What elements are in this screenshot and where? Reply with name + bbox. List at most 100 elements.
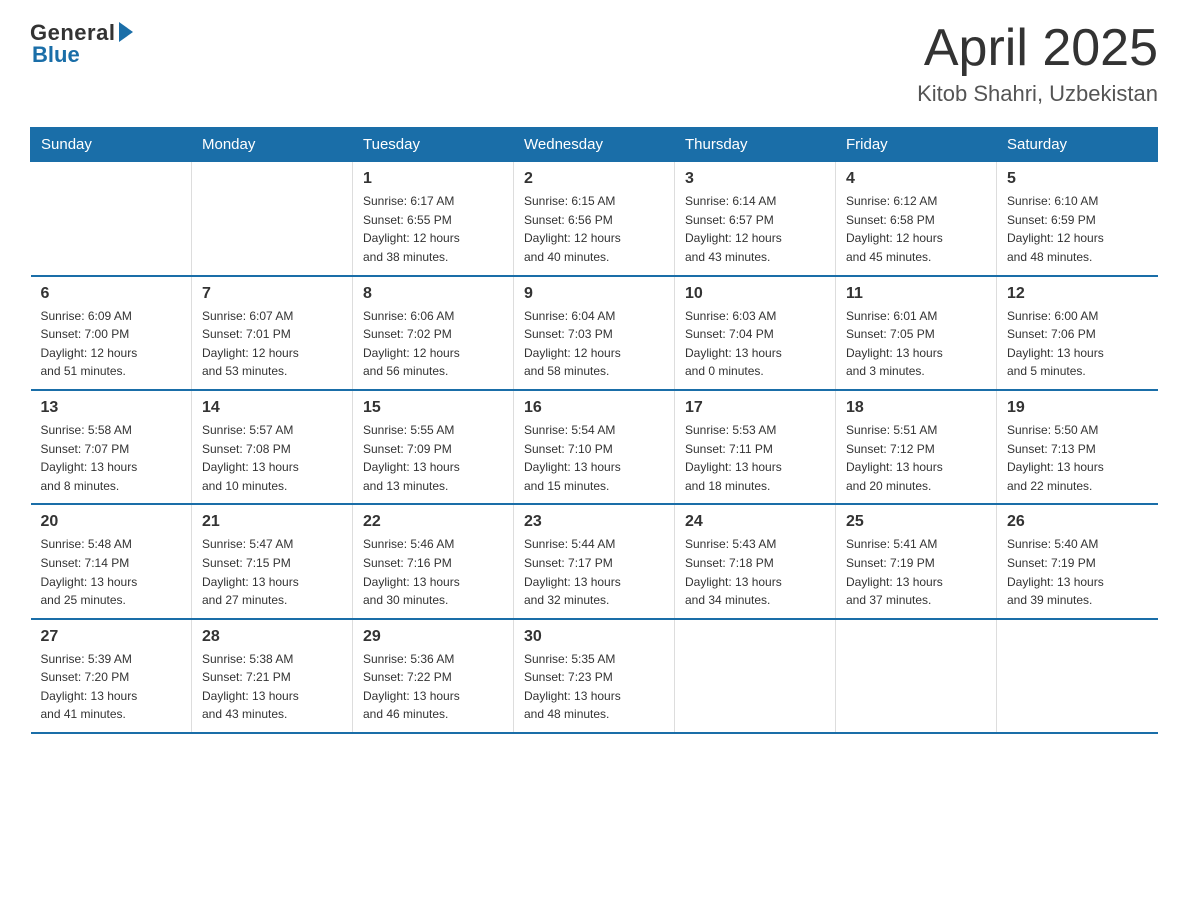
day-info: Sunrise: 6:17 AM Sunset: 6:55 PM Dayligh…	[363, 192, 503, 266]
day-number: 10	[685, 285, 825, 303]
calendar-cell: 7 Sunrise: 6:07 AM Sunset: 7:01 PM Daylig…	[192, 276, 353, 390]
calendar-cell	[31, 162, 192, 276]
day-info: Sunrise: 6:09 AM Sunset: 7:00 PM Dayligh…	[41, 307, 182, 381]
calendar-cell: 4Sunrise: 6:12 AM Sunset: 6:58 PM Daylig…	[836, 162, 997, 276]
calendar-cell: 25 Sunrise: 5:41 AM Sunset: 7:19 PM Dayli…	[836, 504, 997, 618]
calendar-cell	[675, 619, 836, 733]
day-info: Sunrise: 5:46 AM Sunset: 7:16 PM Dayligh…	[363, 535, 503, 609]
calendar-cell: 9 Sunrise: 6:04 AM Sunset: 7:03 PM Daylig…	[514, 276, 675, 390]
day-info: Sunrise: 6:01 AM Sunset: 7:05 PM Dayligh…	[846, 307, 986, 381]
calendar-week-row: 27 Sunrise: 5:39 AM Sunset: 7:20 PM Dayli…	[31, 619, 1158, 733]
day-info: Sunrise: 5:40 AM Sunset: 7:19 PM Dayligh…	[1007, 535, 1148, 609]
day-number: 28	[202, 628, 342, 646]
day-number: 7	[202, 285, 342, 303]
calendar-cell: 26 Sunrise: 5:40 AM Sunset: 7:19 PM Dayli…	[997, 504, 1158, 618]
day-number: 19	[1007, 399, 1148, 417]
day-number: 14	[202, 399, 342, 417]
calendar-cell: 11 Sunrise: 6:01 AM Sunset: 7:05 PM Dayli…	[836, 276, 997, 390]
day-info: Sunrise: 5:41 AM Sunset: 7:19 PM Dayligh…	[846, 535, 986, 609]
day-number: 1	[363, 170, 503, 188]
day-number: 26	[1007, 513, 1148, 531]
day-number: 30	[524, 628, 664, 646]
header-day-tuesday: Tuesday	[353, 128, 514, 162]
day-info: Sunrise: 5:39 AM Sunset: 7:20 PM Dayligh…	[41, 650, 182, 724]
calendar-cell: 12 Sunrise: 6:00 AM Sunset: 7:06 PM Dayli…	[997, 276, 1158, 390]
day-number: 5	[1007, 170, 1148, 188]
day-info: Sunrise: 6:10 AM Sunset: 6:59 PM Dayligh…	[1007, 192, 1148, 266]
day-info: Sunrise: 5:54 AM Sunset: 7:10 PM Dayligh…	[524, 421, 664, 495]
calendar-cell: 20Sunrise: 5:48 AM Sunset: 7:14 PM Dayli…	[31, 504, 192, 618]
calendar-week-row: 20Sunrise: 5:48 AM Sunset: 7:14 PM Dayli…	[31, 504, 1158, 618]
day-info: Sunrise: 6:07 AM Sunset: 7:01 PM Dayligh…	[202, 307, 342, 381]
calendar-week-row: 6 Sunrise: 6:09 AM Sunset: 7:00 PM Daylig…	[31, 276, 1158, 390]
day-info: Sunrise: 6:04 AM Sunset: 7:03 PM Dayligh…	[524, 307, 664, 381]
calendar-cell: 14Sunrise: 5:57 AM Sunset: 7:08 PM Dayli…	[192, 390, 353, 504]
calendar-cell: 3Sunrise: 6:14 AM Sunset: 6:57 PM Daylig…	[675, 162, 836, 276]
calendar-cell: 24 Sunrise: 5:43 AM Sunset: 7:18 PM Dayli…	[675, 504, 836, 618]
header-day-saturday: Saturday	[997, 128, 1158, 162]
calendar-cell	[192, 162, 353, 276]
calendar-cell: 15 Sunrise: 5:55 AM Sunset: 7:09 PM Dayli…	[353, 390, 514, 504]
day-info: Sunrise: 6:03 AM Sunset: 7:04 PM Dayligh…	[685, 307, 825, 381]
calendar-cell: 27 Sunrise: 5:39 AM Sunset: 7:20 PM Dayli…	[31, 619, 192, 733]
calendar-cell: 18 Sunrise: 5:51 AM Sunset: 7:12 PM Dayli…	[836, 390, 997, 504]
day-number: 15	[363, 399, 503, 417]
header-day-wednesday: Wednesday	[514, 128, 675, 162]
day-number: 9	[524, 285, 664, 303]
calendar-week-row: 13 Sunrise: 5:58 AM Sunset: 7:07 PM Dayli…	[31, 390, 1158, 504]
day-info: Sunrise: 5:53 AM Sunset: 7:11 PM Dayligh…	[685, 421, 825, 495]
calendar-header-row: SundayMondayTuesdayWednesdayThursdayFrid…	[31, 128, 1158, 162]
day-info: Sunrise: 5:38 AM Sunset: 7:21 PM Dayligh…	[202, 650, 342, 724]
calendar-cell: 10 Sunrise: 6:03 AM Sunset: 7:04 PM Dayli…	[675, 276, 836, 390]
calendar-cell	[836, 619, 997, 733]
day-number: 11	[846, 285, 986, 303]
day-number: 23	[524, 513, 664, 531]
calendar-cell: 28 Sunrise: 5:38 AM Sunset: 7:21 PM Dayli…	[192, 619, 353, 733]
day-number: 3	[685, 170, 825, 188]
day-info: Sunrise: 5:58 AM Sunset: 7:07 PM Dayligh…	[41, 421, 182, 495]
header-day-friday: Friday	[836, 128, 997, 162]
calendar-cell: 17Sunrise: 5:53 AM Sunset: 7:11 PM Dayli…	[675, 390, 836, 504]
logo-arrow-icon	[119, 22, 133, 42]
calendar-cell: 16 Sunrise: 5:54 AM Sunset: 7:10 PM Dayli…	[514, 390, 675, 504]
header-day-sunday: Sunday	[31, 128, 192, 162]
day-number: 21	[202, 513, 342, 531]
calendar-cell: 2Sunrise: 6:15 AM Sunset: 6:56 PM Daylig…	[514, 162, 675, 276]
day-number: 4	[846, 170, 986, 188]
day-number: 29	[363, 628, 503, 646]
day-number: 20	[41, 513, 182, 531]
calendar-cell: 1 Sunrise: 6:17 AM Sunset: 6:55 PM Daylig…	[353, 162, 514, 276]
day-info: Sunrise: 5:51 AM Sunset: 7:12 PM Dayligh…	[846, 421, 986, 495]
day-number: 6	[41, 285, 182, 303]
month-title: April 2025	[917, 20, 1158, 77]
calendar-cell: 21Sunrise: 5:47 AM Sunset: 7:15 PM Dayli…	[192, 504, 353, 618]
logo: General Blue	[30, 20, 133, 68]
calendar-cell	[997, 619, 1158, 733]
calendar-cell: 29 Sunrise: 5:36 AM Sunset: 7:22 PM Dayli…	[353, 619, 514, 733]
day-info: Sunrise: 6:00 AM Sunset: 7:06 PM Dayligh…	[1007, 307, 1148, 381]
logo-blue-text: Blue	[32, 42, 80, 68]
header-day-thursday: Thursday	[675, 128, 836, 162]
day-number: 16	[524, 399, 664, 417]
day-info: Sunrise: 5:55 AM Sunset: 7:09 PM Dayligh…	[363, 421, 503, 495]
calendar-cell: 19 Sunrise: 5:50 AM Sunset: 7:13 PM Dayli…	[997, 390, 1158, 504]
day-info: Sunrise: 5:43 AM Sunset: 7:18 PM Dayligh…	[685, 535, 825, 609]
day-info: Sunrise: 5:36 AM Sunset: 7:22 PM Dayligh…	[363, 650, 503, 724]
day-info: Sunrise: 6:15 AM Sunset: 6:56 PM Dayligh…	[524, 192, 664, 266]
calendar-cell: 8Sunrise: 6:06 AM Sunset: 7:02 PM Daylig…	[353, 276, 514, 390]
day-number: 18	[846, 399, 986, 417]
day-number: 24	[685, 513, 825, 531]
calendar-cell: 13 Sunrise: 5:58 AM Sunset: 7:07 PM Dayli…	[31, 390, 192, 504]
title-block: April 2025 Kitob Shahri, Uzbekistan	[917, 20, 1158, 107]
page-header: General Blue April 2025 Kitob Shahri, Uz…	[30, 20, 1158, 107]
calendar-cell: 22Sunrise: 5:46 AM Sunset: 7:16 PM Dayli…	[353, 504, 514, 618]
day-info: Sunrise: 5:50 AM Sunset: 7:13 PM Dayligh…	[1007, 421, 1148, 495]
day-number: 12	[1007, 285, 1148, 303]
day-number: 13	[41, 399, 182, 417]
day-number: 25	[846, 513, 986, 531]
day-number: 27	[41, 628, 182, 646]
location-title: Kitob Shahri, Uzbekistan	[917, 81, 1158, 107]
day-info: Sunrise: 5:35 AM Sunset: 7:23 PM Dayligh…	[524, 650, 664, 724]
calendar-cell: 5 Sunrise: 6:10 AM Sunset: 6:59 PM Daylig…	[997, 162, 1158, 276]
calendar-week-row: 1 Sunrise: 6:17 AM Sunset: 6:55 PM Daylig…	[31, 162, 1158, 276]
